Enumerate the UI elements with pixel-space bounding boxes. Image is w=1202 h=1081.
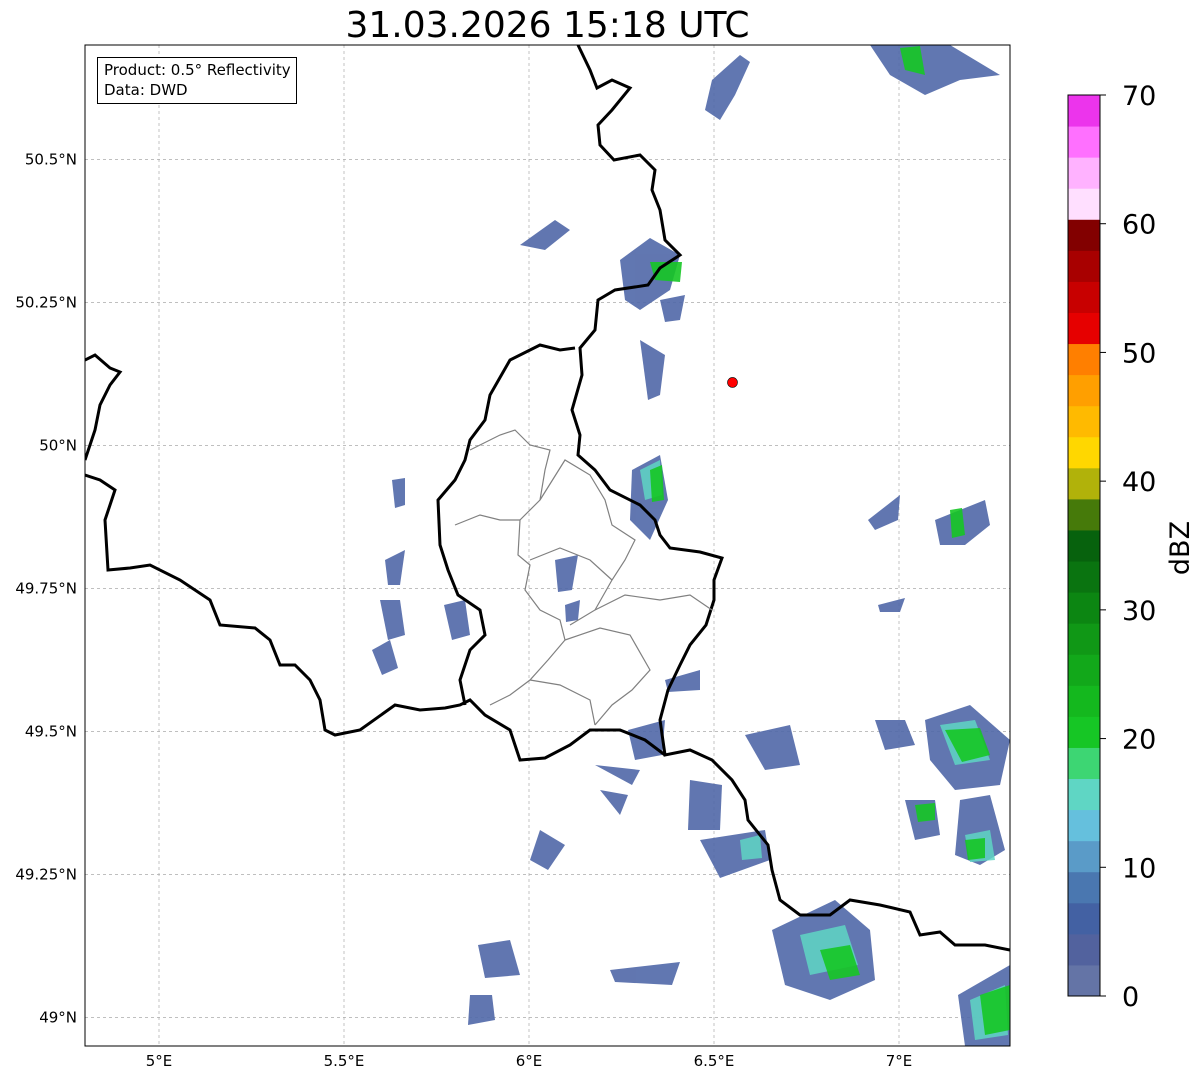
colorbar-segment [1068,436,1100,469]
product-label: Product: 0.5° Reflectivity [104,61,291,79]
colorbar-tick-label: 20 [1122,725,1156,756]
colorbar-segment [1068,716,1100,748]
colorbar-tick-label: 60 [1122,210,1156,241]
colorbar-segment [1068,250,1100,282]
lat-tick-label: 49.5°N [25,722,77,740]
lat-tick-label: 49.75°N [15,579,77,597]
colorbar-segment [1068,529,1100,562]
colorbar-label: dBZ [1165,521,1196,575]
lon-tick-label: 7°E [886,1052,913,1070]
lat-tick-label: 49.25°N [15,865,77,883]
radar-station-marker[interactable] [727,377,738,388]
colorbar-segment [1068,809,1100,842]
colorbar-tick-label: 10 [1122,853,1156,884]
colorbar-segment [1068,561,1100,593]
info-box: Product: 0.5° Reflectivity Data: DWD [97,57,297,104]
colorbar-segment [1068,312,1100,345]
colorbar-segment [1068,374,1100,407]
colorbar-segment [1068,219,1100,251]
colorbar-segment [1068,157,1100,189]
longitude-tick-labels: 5°E 5.5°E 6°E 6.5°E 7°E [146,1052,913,1070]
latitude-tick-labels: 50.5°N 50.25°N 50°N 49.75°N 49.5°N 49.25°N 49°… [15,150,77,1026]
lat-tick-label: 50.5°N [25,150,77,168]
lat-tick-label: 49°N [39,1008,77,1026]
colorbar-segment [1068,95,1100,127]
colorbar-segment [1068,281,1100,313]
colorbar-segment [1068,933,1100,966]
lat-tick-label: 50°N [39,436,77,454]
colorbar-segment [1068,840,1100,873]
colorbar [1067,94,1101,997]
lon-tick-label: 6°E [516,1052,543,1070]
colorbar-segment [1068,964,1100,997]
colorbar-segment [1068,592,1100,624]
lon-tick-label: 5°E [146,1052,173,1070]
colorbar-segment [1068,343,1100,376]
colorbar-segment [1068,188,1100,220]
colorbar-tick-label: 30 [1122,596,1156,627]
colorbar-segment [1068,467,1100,500]
lon-tick-label: 6.5°E [694,1052,735,1070]
colorbar-tick-label: 50 [1122,338,1156,369]
colorbar-tick-labels: 0 10 20 30 40 50 60 70 [1100,81,1156,1013]
lon-tick-label: 5.5°E [324,1052,365,1070]
data-source-label: Data: DWD [104,81,188,99]
lat-tick-label: 50.25°N [15,293,77,311]
colorbar-segment [1068,498,1100,531]
colorbar-segment [1068,747,1100,780]
colorbar-segment [1068,405,1100,438]
colorbar-segment [1068,685,1100,717]
plot-area[interactable] [85,45,1010,1046]
colorbar-segment [1068,778,1100,811]
colorbar-tick-label: 70 [1122,81,1156,112]
colorbar-segment [1068,623,1100,655]
colorbar-tick-label: 0 [1122,982,1139,1013]
colorbar-segment [1068,871,1100,904]
radar-map: 5°E 5.5°E 6°E 6.5°E 7°E 50.5°N 50.25°N 50°N 49.… [15,44,1196,1070]
colorbar-segment [1068,654,1100,686]
colorbar-segment [1068,126,1100,158]
colorbar-tick-label: 40 [1122,467,1156,498]
colorbar-segment [1068,902,1100,935]
